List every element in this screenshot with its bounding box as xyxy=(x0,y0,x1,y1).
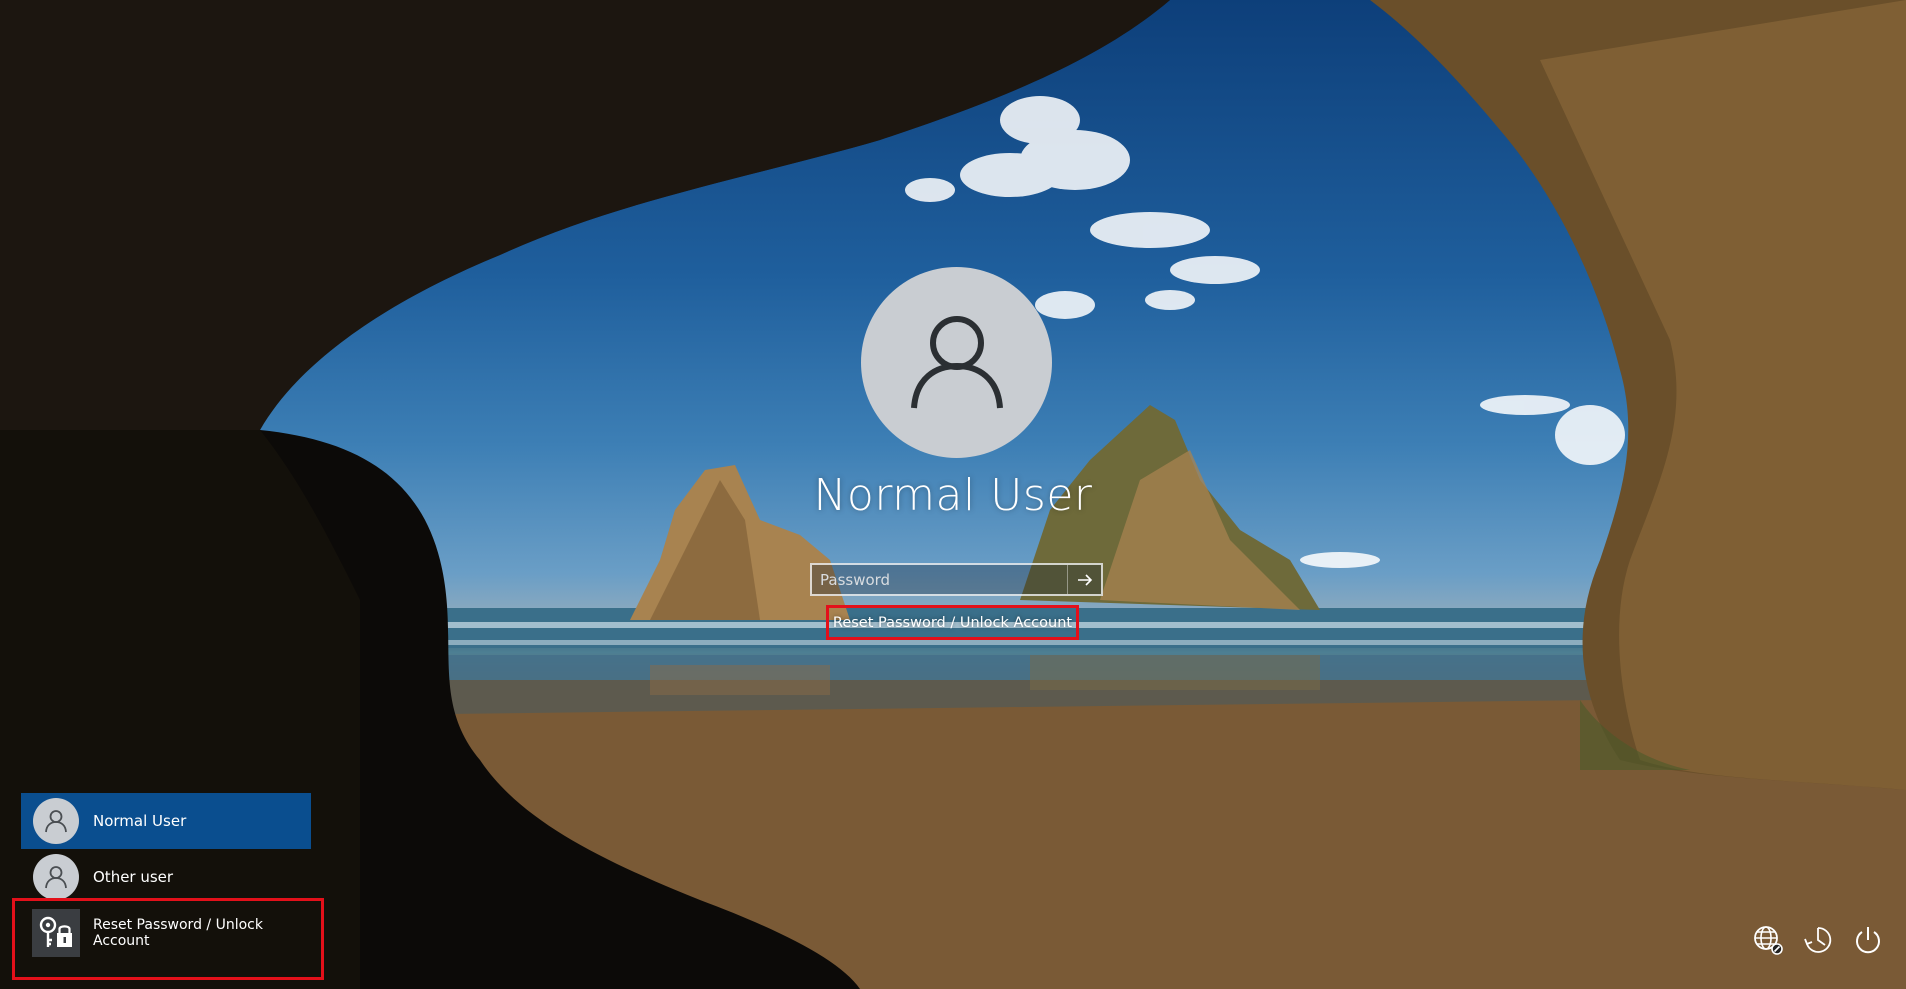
network-icon[interactable] xyxy=(1750,922,1786,958)
key-lock-icon xyxy=(32,909,80,957)
current-user-name: Normal User xyxy=(813,470,1093,521)
user-item-normal-user[interactable]: Normal User xyxy=(21,793,311,849)
user-silhouette-icon xyxy=(910,315,1003,408)
arrow-right-icon xyxy=(1077,573,1092,586)
power-icon[interactable] xyxy=(1850,922,1886,958)
user-item-reset-password[interactable]: Reset Password / Unlock Account xyxy=(21,905,311,961)
reset-password-link[interactable]: Reset Password / Unlock Account xyxy=(826,605,1079,640)
user-silhouette-icon xyxy=(45,810,67,833)
avatar xyxy=(33,854,79,900)
user-item-label: Reset Password / Unlock Account xyxy=(93,917,263,949)
password-field[interactable] xyxy=(810,563,1103,596)
submit-button[interactable] xyxy=(1067,565,1101,594)
user-item-label: Normal User xyxy=(93,812,187,830)
system-tray xyxy=(1750,922,1886,958)
avatar xyxy=(33,798,79,844)
lock-screen: Normal User Reset Password / Unlock Acco… xyxy=(0,0,1906,989)
user-item-label: Other user xyxy=(93,868,174,886)
password-input[interactable] xyxy=(812,564,1067,595)
accessibility-icon[interactable] xyxy=(1800,922,1836,958)
user-switcher-list: Normal User Other user xyxy=(21,793,311,905)
user-item-other-user[interactable]: Other user xyxy=(21,849,311,905)
user-silhouette-icon xyxy=(45,866,67,889)
user-avatar-large xyxy=(861,267,1052,458)
